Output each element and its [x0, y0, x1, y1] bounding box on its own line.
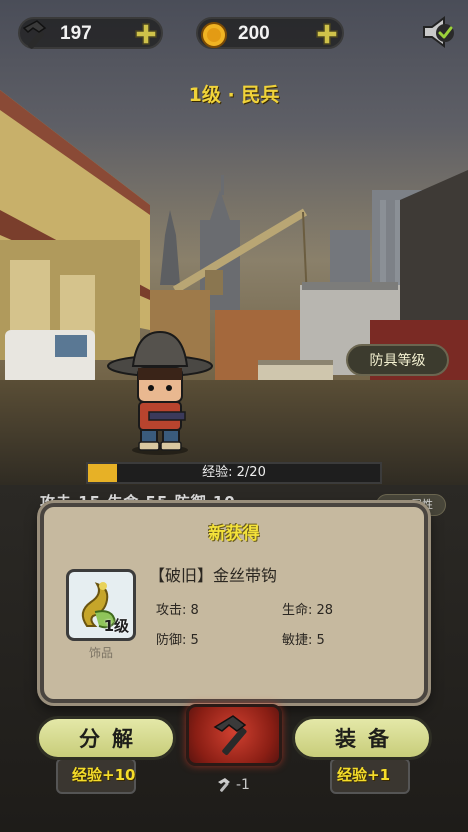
player-character	[107, 330, 213, 455]
stat-agility: 敏捷: 5	[282, 633, 325, 648]
sound-toggle-icon	[423, 16, 454, 48]
add-coin-button[interactable]	[314, 21, 340, 47]
hammer-count: 197	[60, 23, 92, 44]
small-hammer-icon	[218, 778, 230, 792]
item-level: 1级	[103, 617, 129, 635]
item-type: 饰品	[88, 646, 113, 660]
experience-bar: 经验: 2/20	[86, 462, 382, 484]
decompose-reward: 经验+10	[72, 766, 136, 784]
add-hammer-button[interactable]	[133, 21, 159, 47]
dialog-title: 新获得	[208, 524, 260, 544]
forge-hammer-icon	[213, 715, 247, 756]
forge-cost: -1	[216, 776, 250, 794]
equip-reward: 经验+1	[337, 766, 391, 784]
hammer-icon	[16, 15, 56, 55]
experience-label: 经验: 2/20	[202, 465, 266, 480]
item-name: 【破旧】金丝带钩	[149, 566, 278, 585]
new-item-dialog: 新获得 【破旧】金丝带钩 1级 饰品 攻击: 8 生命: 28 防御: 5 敏捷…	[40, 503, 428, 703]
rank-title: 1级 · 民兵	[188, 84, 280, 106]
stat-hp: 生命: 28	[282, 603, 334, 618]
coin-currency-pill: 200	[196, 17, 344, 49]
item-card[interactable]: 1级	[66, 569, 136, 641]
settings-button[interactable]	[418, 13, 458, 51]
stat-defense: 防御: 5	[156, 633, 199, 648]
gold-coin-icon	[194, 15, 234, 55]
forge-cost-value: -1	[236, 777, 250, 793]
stat-attack: 攻击: 8	[156, 603, 199, 618]
forge-button[interactable]	[186, 704, 282, 766]
hammer-currency-pill: 197	[18, 17, 163, 49]
coin-count: 200	[238, 23, 270, 44]
armor-level-button[interactable]: 防具等级	[346, 344, 449, 376]
equip-button[interactable]: 装备	[292, 716, 432, 760]
decompose-button[interactable]: 分解	[36, 716, 176, 760]
